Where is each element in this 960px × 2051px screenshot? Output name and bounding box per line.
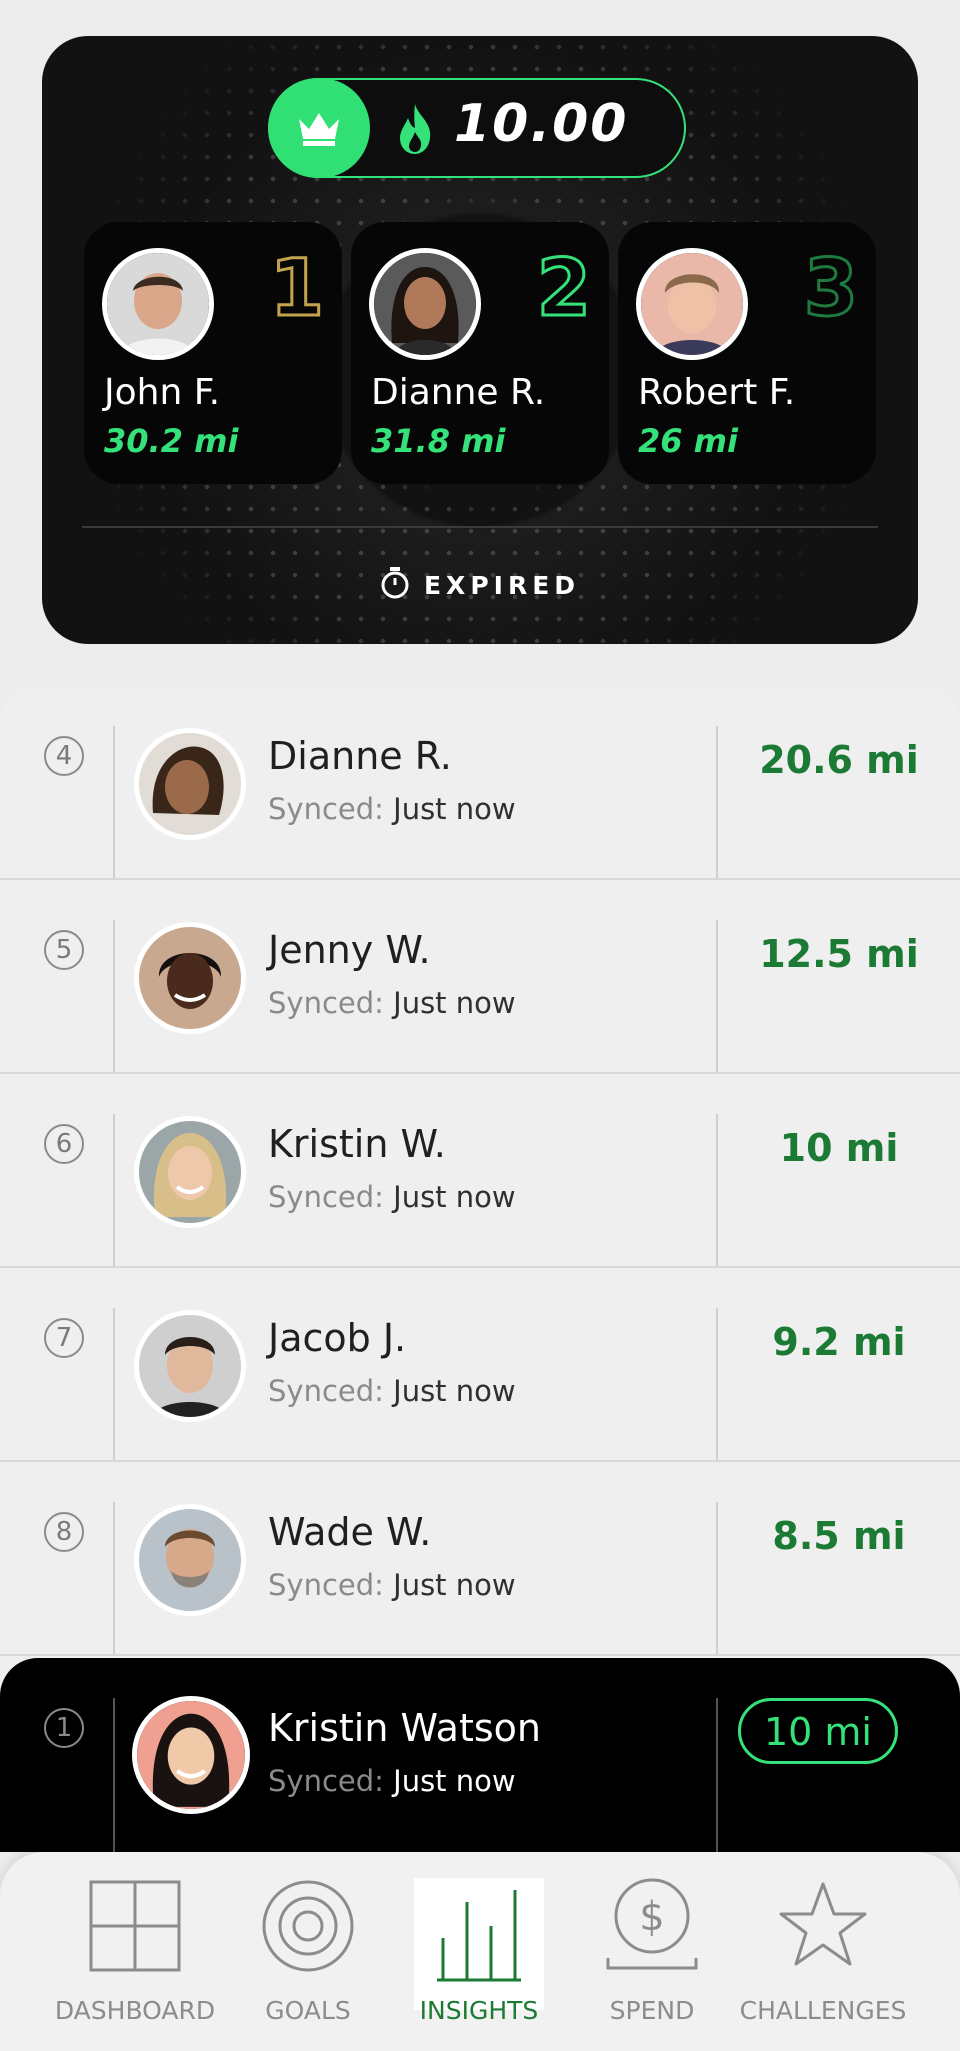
- divider: [113, 726, 115, 878]
- sync-label: Synced:: [268, 1764, 384, 1798]
- divider: [716, 1698, 718, 1852]
- divider: [113, 1502, 115, 1654]
- target-icon: [258, 1876, 358, 1980]
- rank-number: 3: [802, 244, 859, 334]
- bar-chart-icon: [429, 1876, 529, 1990]
- rank-badge: 8: [44, 1512, 84, 1552]
- podium-card: 10.00 1 John F. 30.2 mi 2 Dianne R. 31.8…: [42, 36, 918, 644]
- avatar: [102, 248, 214, 360]
- current-user-row[interactable]: 1 Kristin Watson Synced: Just now 10 mi: [0, 1658, 960, 1852]
- leaderboard-list[interactable]: 4 Dianne R. Synced: Just now 20.6 mi 5 J…: [0, 686, 960, 1986]
- player-distance: 20.6 mi: [759, 738, 919, 782]
- sync-value: Just now: [393, 792, 516, 826]
- player-distance: 30.2 mi: [104, 422, 239, 460]
- player-name: Jenny W.: [268, 928, 431, 972]
- avatar: [134, 728, 246, 840]
- tab-label: CHALLENGES: [739, 1996, 907, 2025]
- rank-badge: 6: [44, 1124, 84, 1164]
- sync-status: Synced: Just now: [268, 1568, 516, 1602]
- player-distance: 26 mi: [638, 422, 738, 460]
- sync-value: Just now: [393, 1374, 516, 1408]
- flame-icon: [396, 102, 434, 160]
- tab-insights[interactable]: INSIGHTS: [394, 1876, 564, 2046]
- tab-goals[interactable]: GOALS: [223, 1876, 393, 2046]
- podium-tile-1[interactable]: 1 John F. 30.2 mi: [84, 222, 342, 484]
- sync-value: Just now: [393, 1180, 516, 1214]
- divider: [82, 526, 878, 528]
- divider: [113, 1114, 115, 1266]
- podium-tile-3[interactable]: 3 Robert F. 26 mi: [618, 222, 876, 484]
- bottom-tab-bar: DASHBOARD GOALS INSIGHTS $ SPEND CHALLEN…: [0, 1852, 960, 2051]
- player-name: Dianne R.: [268, 734, 452, 778]
- crown-icon: [268, 78, 370, 178]
- sync-value: Just now: [393, 1764, 516, 1798]
- rank-badge: 1: [44, 1708, 84, 1748]
- player-distance: 9.2 mi: [772, 1320, 906, 1364]
- sync-label: Synced:: [268, 1180, 384, 1214]
- player-name: Wade W.: [268, 1510, 432, 1554]
- podium-tile-2[interactable]: 2 Dianne R. 31.8 mi: [351, 222, 609, 484]
- avatar: [132, 1696, 250, 1814]
- sync-status: Synced: Just now: [268, 1180, 516, 1214]
- avatar: [134, 1310, 246, 1422]
- status-label: EXPIRED: [423, 570, 581, 600]
- svg-text:$: $: [639, 1894, 664, 1940]
- player-name: Jacob J.: [268, 1316, 407, 1360]
- player-distance: 8.5 mi: [772, 1514, 906, 1558]
- avatar: [369, 248, 481, 360]
- leaderboard-row[interactable]: 5 Jenny W. Synced: Just now 12.5 mi: [0, 880, 960, 1074]
- sync-status: Synced: Just now: [268, 986, 516, 1020]
- divider: [113, 1308, 115, 1460]
- sync-label: Synced:: [268, 1568, 384, 1602]
- player-distance: 31.8 mi: [371, 422, 506, 460]
- leaderboard-row[interactable]: 8 Wade W. Synced: Just now 8.5 mi: [0, 1462, 960, 1656]
- rank-badge: 7: [44, 1318, 84, 1358]
- stopwatch-icon: [380, 566, 410, 604]
- tab-spend[interactable]: $ SPEND: [567, 1876, 737, 2046]
- avatar: [134, 922, 246, 1034]
- player-name: John F.: [104, 372, 221, 413]
- dollar-icon: $: [602, 1876, 702, 1980]
- sync-status: Synced: Just now: [268, 1764, 516, 1798]
- pot-amount-pill[interactable]: 10.00: [268, 78, 686, 178]
- player-name: Dianne R.: [371, 372, 546, 413]
- tab-challenges[interactable]: CHALLENGES: [738, 1876, 908, 2046]
- pot-amount: 10.00: [454, 94, 629, 154]
- leaderboard-row[interactable]: 4 Dianne R. Synced: Just now 20.6 mi: [0, 686, 960, 880]
- leaderboard-row[interactable]: 7 Jacob J. Synced: Just now 9.2 mi: [0, 1268, 960, 1462]
- sync-label: Synced:: [268, 1374, 384, 1408]
- player-name: Kristin W.: [268, 1122, 446, 1166]
- divider: [113, 1698, 115, 1852]
- sync-value: Just now: [393, 1568, 516, 1602]
- player-name: Robert F.: [638, 372, 796, 413]
- sync-label: Synced:: [268, 986, 384, 1020]
- dashboard-grid-icon: [85, 1876, 185, 1980]
- sync-label: Synced:: [268, 792, 384, 826]
- challenge-status: EXPIRED: [42, 566, 918, 604]
- avatar: [636, 248, 748, 360]
- player-distance-pill: 10 mi: [738, 1698, 898, 1764]
- sync-status: Synced: Just now: [268, 792, 516, 826]
- sync-value: Just now: [393, 986, 516, 1020]
- avatar: [134, 1504, 246, 1616]
- player-name: Kristin Watson: [268, 1706, 541, 1750]
- player-distance: 12.5 mi: [759, 932, 919, 976]
- player-distance: 10 mi: [779, 1126, 899, 1170]
- sync-status: Synced: Just now: [268, 1374, 516, 1408]
- rank-badge: 5: [44, 930, 84, 970]
- divider: [113, 920, 115, 1072]
- tab-dashboard[interactable]: DASHBOARD: [50, 1876, 220, 2046]
- star-icon: [773, 1876, 873, 1980]
- rank-badge: 4: [44, 736, 84, 776]
- rank-number: 1: [268, 244, 325, 334]
- avatar: [134, 1116, 246, 1228]
- leaderboard-row[interactable]: 6 Kristin W. Synced: Just now 10 mi: [0, 1074, 960, 1268]
- rank-number: 2: [535, 244, 592, 334]
